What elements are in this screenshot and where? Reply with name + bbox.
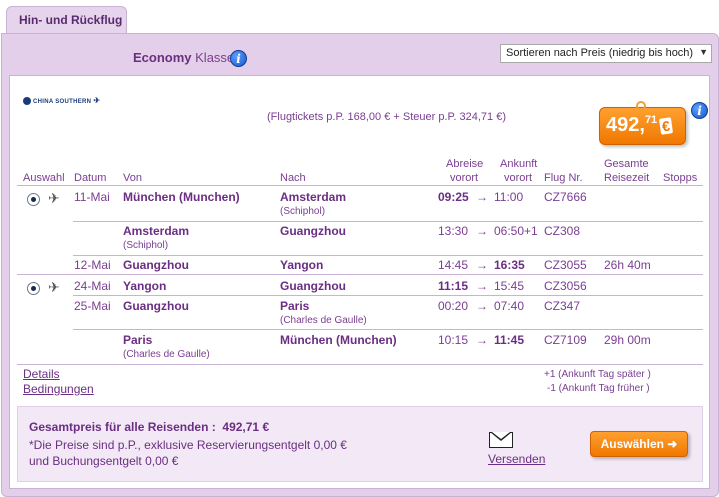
segment-from: Guangzhou [123,299,189,313]
sort-select-value: Sortieren nach Preis (niedrig bis hoch) [506,47,694,59]
col-von: Von [123,172,142,184]
divider [73,255,703,256]
divider [73,329,703,330]
segment-from-sub: (Schiphol) [123,240,169,251]
next-day-note: +1 (Ankunft Tag später ) [544,369,651,380]
airline-name: CHINA SOUTHERN [33,99,92,105]
segment-from: Amsterdam [123,224,190,238]
cabin-class-name: Economy [133,50,192,65]
segment-from: Yangon [123,279,167,293]
price-disclaimer-line-2: und Buchungsentgelt 0,00 € [29,454,179,468]
arrow-right-icon: → [476,299,488,313]
segment-arr: 11:45 [494,333,525,347]
col-abreise: Abreise vorort [446,158,484,184]
return-plane-icon: ✈ [48,279,60,295]
segment-total-time: 26h 40m [604,258,651,272]
col-stopps: Stopps [663,172,698,184]
arrow-right-icon: → [476,333,488,347]
divider [17,185,703,186]
class-info-icon[interactable]: i [230,50,247,67]
segment-arr: 06:50+1 [494,224,538,238]
price-cents: 71 [644,114,658,126]
segment-arr: 07:40 [494,299,525,313]
select-return-radio[interactable] [27,282,40,295]
col-gesamt: Gesamte Reisezeit [604,158,650,184]
divider [17,274,703,275]
segment-date: 24-Mai [74,279,111,293]
segment-to-sub: (Charles de Gaulle) [280,315,367,326]
outbound-plane-icon: ✈ [48,190,60,206]
cabin-class-suffix: Klasse [195,50,235,65]
segment-flight: CZ7109 [544,333,587,347]
segment-date: 11-Mai [74,190,110,204]
select-button[interactable]: Auswählen ➜ [590,431,688,457]
price-info-icon[interactable]: i [691,102,708,119]
divider [73,221,703,222]
send-link[interactable]: Versenden [488,452,545,466]
total-price: Gesamtpreis für alle Reisenden : 492,71 … [29,420,269,434]
chevron-down-icon: ▼ [699,47,708,57]
tab-round-trip[interactable]: Hin- und Rückflug [6,6,127,34]
details-link[interactable]: Details [23,367,60,381]
segment-flight: CZ3055 [544,258,587,272]
segment-to: Amsterdam [280,190,347,204]
col-auswahl: Auswahl [23,172,65,184]
segment-flight: CZ7666 [544,190,587,204]
arrow-right-icon: → [476,279,488,293]
segment-flight: CZ347 [544,299,581,313]
arrow-right-icon: → [476,224,488,238]
segment-from-sub: (Charles de Gaulle) [123,349,210,360]
segment-to: Paris [280,299,310,313]
segment-to-sub: (Schiphol) [280,206,326,217]
col-nach: Nach [280,172,306,184]
segment-date: 25-Mai [74,299,111,313]
segment-dep: 13:30 [438,224,469,238]
segment-arr: 16:35 [494,258,525,272]
select-outbound-radio[interactable] [27,193,40,206]
segment-date: 12-Mai [74,258,111,272]
conditions-link[interactable]: Bedingungen [23,382,94,396]
price-tag-ring [636,101,646,111]
segment-from: Guangzhou [123,258,189,272]
segment-to: Guangzhou [280,279,346,293]
col-datum: Datum [74,172,107,184]
total-price-value: 492,71 € [222,420,270,434]
euro-tag-icon: € [659,117,674,135]
arrow-right-icon: → [476,190,488,204]
total-price-label: Gesamtpreis für alle Reisenden : [29,420,216,434]
airline-logo: CHINA SOUTHERN ✈ [23,96,101,106]
segment-total-time: 29h 00m [604,333,651,347]
col-ankunft: Ankunft vorort [500,158,538,184]
segment-to: Yangon [280,258,324,272]
segment-from: München (Munchen) [123,190,240,204]
col-flugnr: Flug Nr. [544,172,583,184]
sort-select[interactable]: Sortieren nach Preis (niedrig bis hoch) … [500,44,712,63]
divider [73,295,703,296]
price-badge: 492,71 € [599,101,686,145]
arrow-right-icon: → [476,258,488,272]
segment-to: München (Munchen) [280,333,397,347]
segment-flight: CZ3056 [544,279,587,293]
price-disclaimer-line-1: *Die Preise sind p.P., exklusive Reservi… [29,438,347,452]
prev-day-note: -1 (Ankunft Tag früher ) [547,383,650,394]
segment-flight: CZ308 [544,224,581,238]
airline-bird-icon: ✈ [93,96,101,105]
segment-from: Paris [123,333,153,347]
segment-dep: 00:20 [438,299,469,313]
divider [17,364,703,365]
segment-dep: 14:45 [438,258,469,272]
airline-flower-icon [23,97,31,106]
segment-dep: 09:25 [438,190,469,204]
cabin-class-label: Economy Klasse [133,50,234,65]
segment-dep: 11:15 [438,279,469,293]
segment-to: Guangzhou [280,224,346,238]
segment-arr: 11:00 [494,190,524,204]
segment-dep: 10:15 [438,333,469,347]
segment-arr: 15:45 [494,279,525,293]
envelope-icon[interactable] [489,432,513,448]
price-disclaimer: *Die Preise sind p.P., exklusive Reservi… [29,437,389,469]
fare-breakdown: (Flugtickets p.P. 168,00 € + Steuer p.P.… [267,111,507,123]
price-main: 492, [606,114,645,136]
